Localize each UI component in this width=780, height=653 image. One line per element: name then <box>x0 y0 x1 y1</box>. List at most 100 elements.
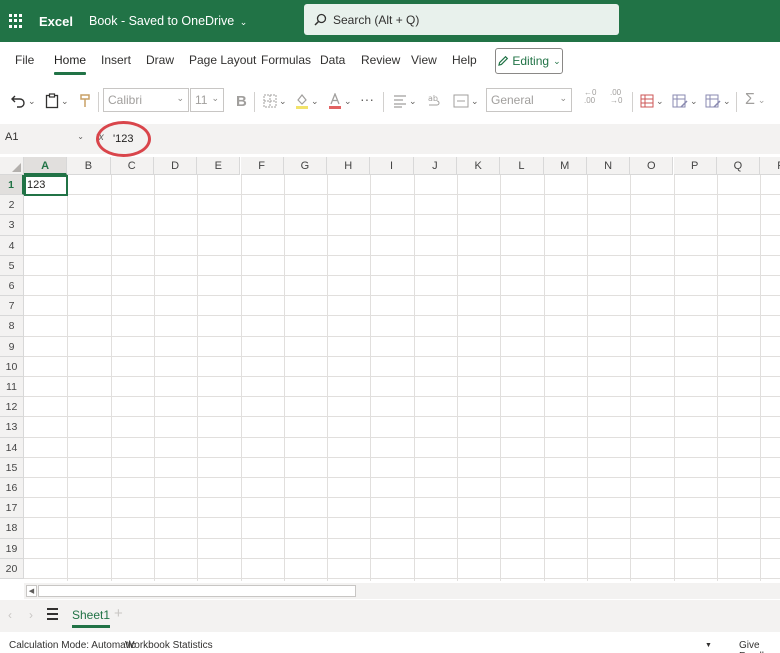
font-size-select[interactable]: 11 ⌄ <box>190 88 224 112</box>
calculation-mode[interactable]: Calculation Mode: Automatic <box>9 640 136 651</box>
column-header-i[interactable]: I <box>370 157 414 175</box>
column-header-c[interactable]: C <box>110 157 154 175</box>
row-header-14[interactable]: 14 <box>0 437 24 458</box>
add-sheet-button[interactable]: + <box>114 605 123 622</box>
column-header-b[interactable]: B <box>67 157 111 175</box>
more-options-button[interactable]: ··· <box>360 88 374 110</box>
row-header-11[interactable]: 11 <box>0 377 24 398</box>
next-sheet-icon[interactable]: › <box>29 608 33 622</box>
column-header-m[interactable]: M <box>543 157 587 175</box>
workbook-statistics[interactable]: Workbook Statistics <box>125 640 213 651</box>
column-header-h[interactable]: H <box>327 157 371 175</box>
column-header-n[interactable]: N <box>586 157 631 175</box>
app-launcher-icon[interactable] <box>9 14 23 28</box>
row-header-12[interactable]: 12 <box>0 397 24 418</box>
grid-line <box>457 175 458 581</box>
editing-mode-button[interactable]: Editing ⌄ <box>495 48 563 74</box>
document-title[interactable]: Book - Saved to OneDrive ⌄ <box>89 14 247 28</box>
column-header-d[interactable]: D <box>153 157 198 175</box>
decrease-decimal-button[interactable]: .00 →0 <box>610 89 628 111</box>
tab-draw[interactable]: Draw <box>146 53 174 67</box>
grid-line <box>24 295 780 297</box>
tab-formulas[interactable]: Formulas <box>261 53 311 67</box>
app-name[interactable]: Excel <box>39 14 73 29</box>
row-header-17[interactable]: 17 <box>0 498 24 519</box>
give-feedback-link[interactable]: Give Feedb <box>739 640 780 653</box>
sheet-tab-sheet1[interactable]: Sheet1 <box>72 608 111 628</box>
row-header-15[interactable]: 15 <box>0 457 24 478</box>
scroll-left-icon[interactable]: ◀ <box>26 585 37 597</box>
row-header-4[interactable]: 4 <box>0 235 24 256</box>
horizontal-scrollbar[interactable]: ◀ <box>24 583 780 599</box>
grid-line <box>24 214 780 216</box>
tab-page-layout[interactable]: Page Layout <box>189 53 256 67</box>
column-header-r[interactable]: R <box>760 157 780 175</box>
align-button[interactable]: ⌄ <box>393 90 417 112</box>
grid-line <box>24 416 780 418</box>
font-name-select[interactable]: Calibri ⌄ <box>103 88 189 112</box>
search-box[interactable]: Search (Alt + Q) <box>304 4 619 35</box>
grid-line <box>327 175 329 581</box>
tab-view[interactable]: View <box>411 53 437 67</box>
name-box[interactable]: A1 ⌄ <box>0 127 88 149</box>
tab-data[interactable]: Data <box>320 53 345 67</box>
increase-decimal-button[interactable]: ←0.00 <box>584 89 602 111</box>
format-as-table-button[interactable]: ⌄ <box>672 90 698 112</box>
bold-button[interactable]: B <box>236 90 247 112</box>
column-header-e[interactable]: E <box>197 157 241 175</box>
column-header-g[interactable]: G <box>283 157 328 175</box>
row-header-18[interactable]: 18 <box>0 518 24 539</box>
font-size-value: 11 <box>195 93 208 107</box>
tab-help[interactable]: Help <box>452 53 477 67</box>
prev-sheet-icon[interactable]: ‹ <box>8 608 12 622</box>
wrap-text-button[interactable]: ab <box>427 90 441 112</box>
cell-styles-button[interactable]: ⌄ <box>705 90 731 112</box>
format-painter-button[interactable] <box>78 90 92 112</box>
row-header-20[interactable]: 20 <box>0 558 24 579</box>
number-format-value: General <box>491 93 534 107</box>
row-header-9[interactable]: 9 <box>0 336 24 357</box>
select-all-corner[interactable] <box>0 157 24 175</box>
row-header-6[interactable]: 6 <box>0 276 24 297</box>
column-header-q[interactable]: Q <box>716 157 761 175</box>
column-header-l[interactable]: L <box>500 157 544 175</box>
row-header-10[interactable]: 10 <box>0 356 24 377</box>
row-header-19[interactable]: 19 <box>0 538 24 559</box>
column-header-a[interactable]: A <box>24 157 68 175</box>
row-header-5[interactable]: 5 <box>0 255 24 276</box>
column-header-f[interactable]: F <box>240 157 284 175</box>
row-header-8[interactable]: 8 <box>0 316 24 337</box>
insert-cells-button[interactable]: ⌄ <box>640 90 664 112</box>
chevron-down-icon: ⌄ <box>28 95 36 106</box>
column-header-k[interactable]: K <box>457 157 501 175</box>
tab-review[interactable]: Review <box>361 53 400 67</box>
tab-home[interactable]: Home <box>54 53 87 75</box>
tab-file[interactable]: File <box>15 53 34 67</box>
row-header-2[interactable]: 2 <box>0 195 24 216</box>
chevron-down-icon: ⌄ <box>723 95 731 106</box>
grid-line <box>24 578 780 579</box>
spreadsheet-grid[interactable]: ABCDEFGHIJKLMNOPQR1234567891011121314151… <box>0 157 780 581</box>
row-header-13[interactable]: 13 <box>0 417 24 438</box>
undo-button[interactable]: ⌄ <box>10 90 36 112</box>
scrollbar-thumb[interactable] <box>38 585 356 597</box>
all-sheets-menu-icon[interactable] <box>47 608 59 620</box>
row-header-16[interactable]: 16 <box>0 478 24 499</box>
tab-insert[interactable]: Insert <box>101 53 131 67</box>
row-header-7[interactable]: 7 <box>0 296 24 317</box>
merge-button[interactable]: ⌄ <box>453 90 479 112</box>
grid-line <box>24 396 780 398</box>
column-header-o[interactable]: O <box>630 157 674 175</box>
autosum-button[interactable]: Σ ⌄ <box>745 89 765 111</box>
fill-color-button[interactable]: ⌄ <box>295 90 319 112</box>
column-header-p[interactable]: P <box>673 157 717 175</box>
number-format-select[interactable]: General ⌄ <box>486 88 572 112</box>
column-header-j[interactable]: J <box>413 157 457 175</box>
row-header-3[interactable]: 3 <box>0 215 24 236</box>
paste-button[interactable]: ⌄ <box>45 90 69 112</box>
chevron-down-icon: ⌄ <box>757 94 766 105</box>
row-header-1[interactable]: 1 <box>0 175 24 196</box>
font-color-button[interactable]: ⌄ <box>328 90 352 112</box>
chevron-down-icon[interactable]: ▼ <box>705 642 712 649</box>
borders-button[interactable]: ⌄ <box>263 90 287 112</box>
